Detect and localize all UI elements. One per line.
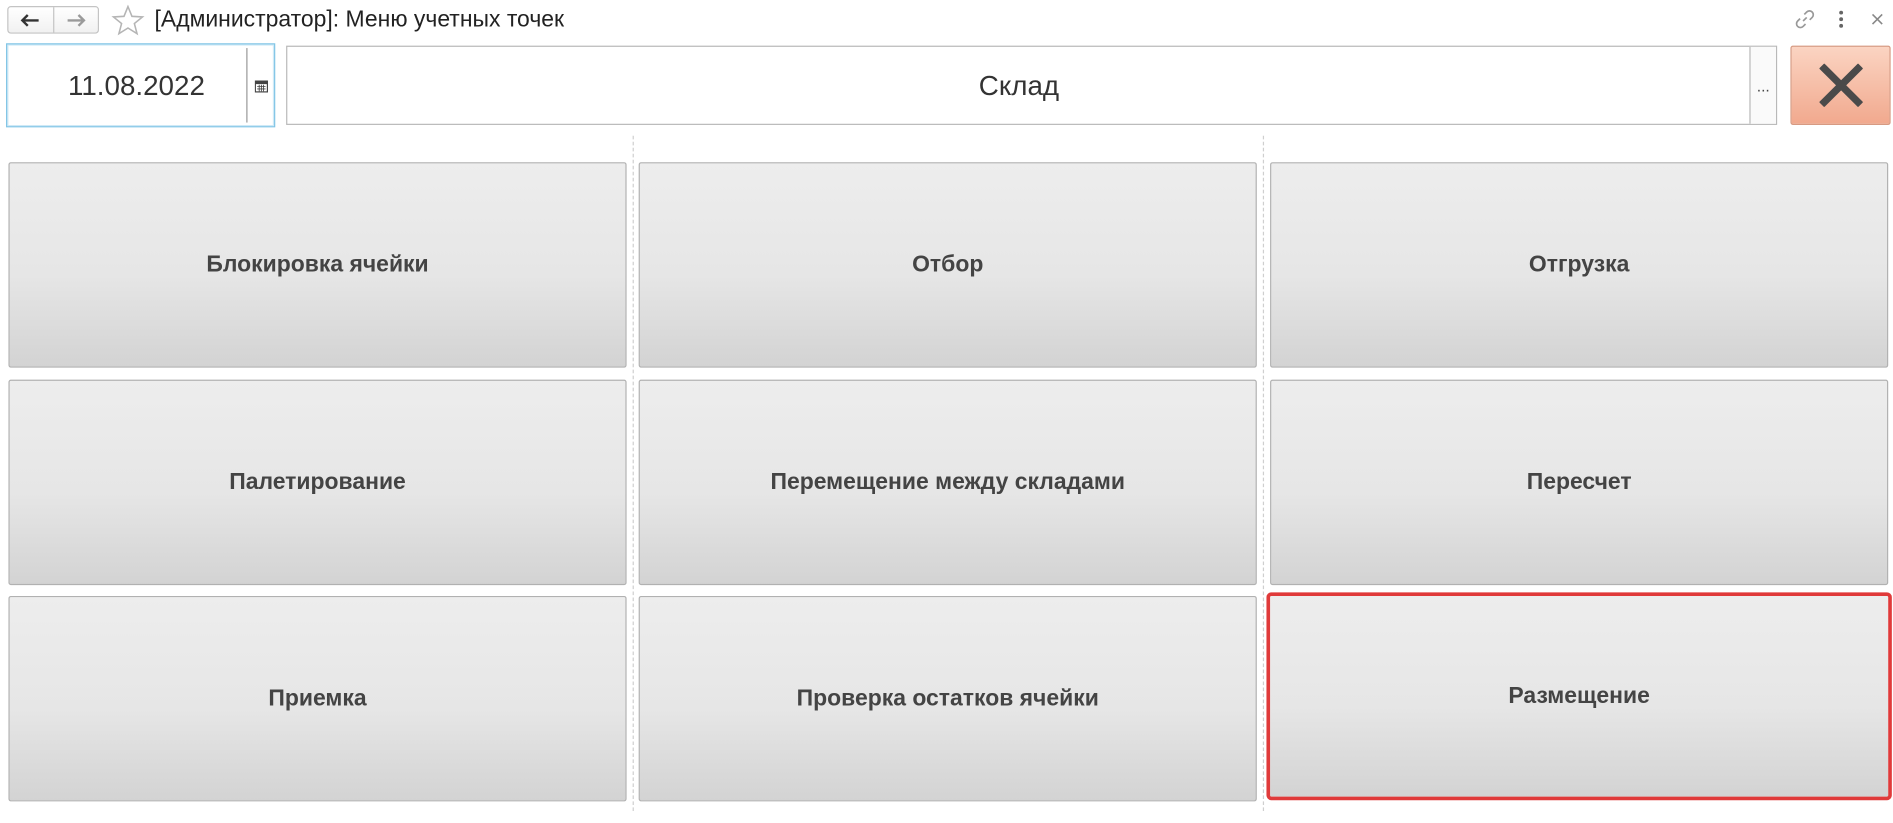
close-x-icon: [1818, 63, 1863, 107]
window-close-icon[interactable]: [1866, 7, 1888, 31]
back-button[interactable]: [8, 7, 52, 32]
back-arrow-icon: [20, 13, 39, 27]
date-input[interactable]: [9, 46, 249, 124]
calendar-button[interactable]: [249, 48, 273, 122]
menu-button-cell-block[interactable]: Блокировка ячейки: [8, 162, 627, 368]
column-separator: [1262, 135, 1265, 812]
menu-button-shipment[interactable]: Отгрузка: [1270, 162, 1889, 368]
choose-warehouse-button[interactable]: ...: [1749, 46, 1776, 124]
warehouse-value: Склад: [978, 69, 1060, 101]
forward-button[interactable]: [52, 7, 98, 33]
menu-button-transfer-between-warehouses[interactable]: Перемещение между складами: [638, 379, 1257, 586]
forward-arrow-icon: [67, 13, 86, 27]
menu-button-recount[interactable]: Пересчет: [1270, 379, 1889, 586]
link-icon[interactable]: [1794, 7, 1816, 31]
window-title: [Администратор]: Меню учетных точек: [154, 7, 565, 33]
calendar-icon: [254, 79, 268, 92]
menu-button-picking[interactable]: Отбор: [638, 162, 1257, 368]
more-icon[interactable]: [1830, 7, 1852, 31]
menu-button-cell-stock-check[interactable]: Проверка остатков ячейки: [638, 595, 1257, 802]
navigation-buttons: [7, 6, 99, 34]
warehouse-field[interactable]: Склад ...: [286, 45, 1778, 125]
date-field: [6, 43, 276, 128]
menu-button-palletizing[interactable]: Палетирование: [8, 379, 627, 586]
date-field-divider: [246, 48, 248, 123]
menu-button-receiving[interactable]: Приемка: [8, 595, 627, 802]
favorite-star-icon[interactable]: [111, 4, 145, 36]
column-separator: [632, 135, 634, 812]
menu-button-placement[interactable]: Размещение: [1266, 592, 1892, 801]
close-button[interactable]: [1790, 45, 1891, 125]
